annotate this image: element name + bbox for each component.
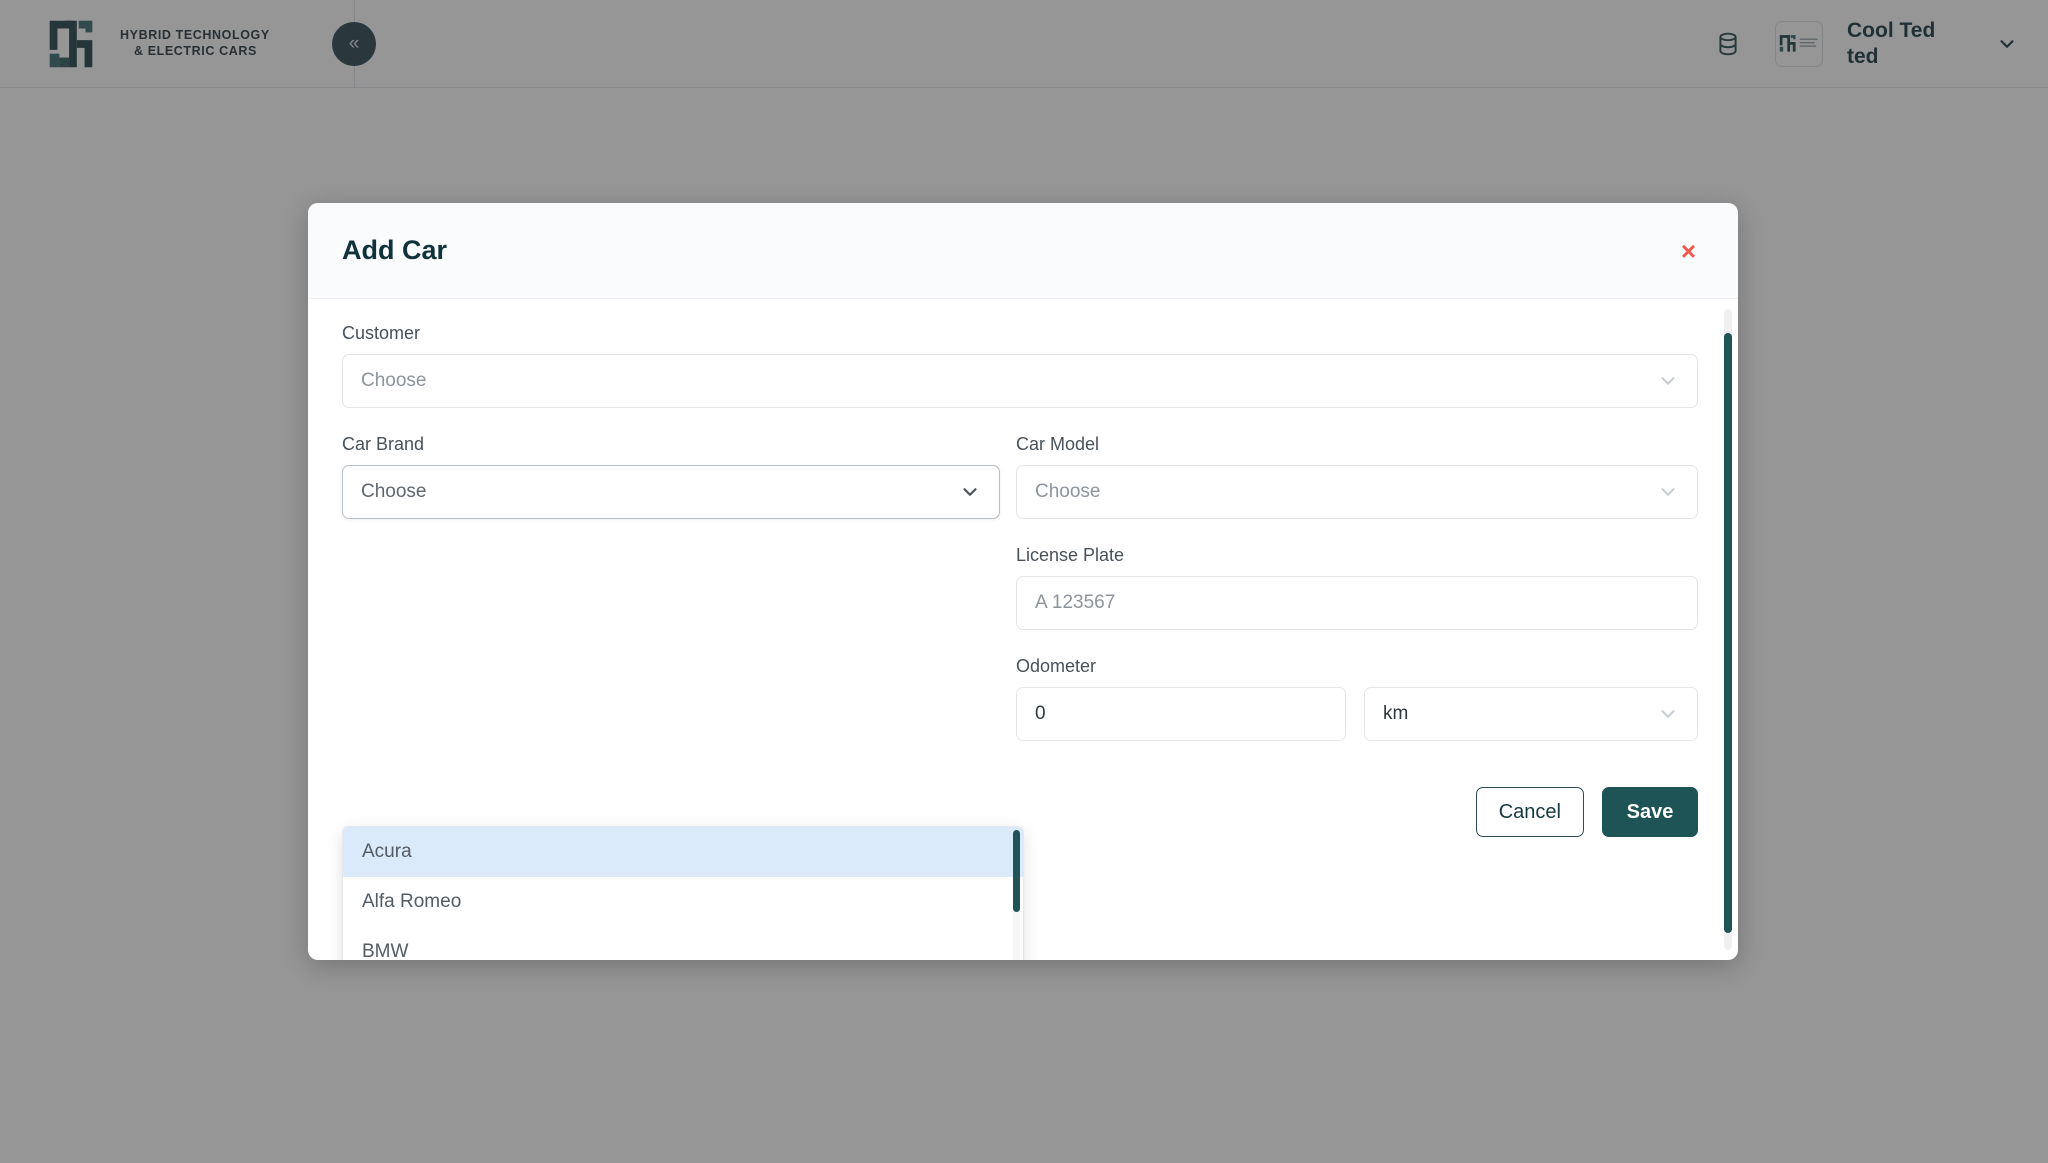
modal-scrollbar-track[interactable] — [1724, 309, 1732, 950]
odometer-row: 0 km — [1016, 687, 1698, 741]
odometer-unit-value: km — [1383, 703, 1409, 724]
odometer-field-group: Odometer 0 km — [1016, 656, 1698, 741]
modal-body: Customer Choose Car Brand Choose Car Mod… — [308, 299, 1738, 960]
customer-select[interactable]: Choose — [342, 354, 1698, 408]
close-icon[interactable]: × — [1681, 238, 1696, 264]
right-column: Car Model Choose License Plate A 123567 — [1016, 434, 1698, 837]
car-brand-label: Car Brand — [342, 434, 425, 454]
odometer-label: Odometer — [1016, 656, 1097, 676]
dropdown-scrollbar-track[interactable] — [1013, 830, 1020, 960]
car-brand-option-label: Acura — [362, 841, 412, 862]
license-plate-label: License Plate — [1016, 545, 1125, 565]
dropdown-scrollbar-thumb[interactable] — [1013, 830, 1020, 912]
left-column: Car Brand Choose — [342, 434, 1000, 837]
car-model-field-group: Car Model Choose — [1016, 434, 1698, 519]
chevron-down-icon — [1657, 703, 1679, 725]
customer-field-group: Customer Choose — [342, 323, 1698, 408]
license-plate-field-group: License Plate A 123567 — [1016, 545, 1698, 630]
add-car-modal: Add Car × Customer Choose Car Brand Choo… — [308, 203, 1738, 960]
car-brand-option[interactable]: BMW — [343, 927, 1023, 960]
chevron-down-icon — [1657, 370, 1679, 392]
car-model-label: Car Model — [1016, 434, 1100, 454]
car-brand-select[interactable]: Choose — [342, 465, 1000, 519]
customer-label: Customer — [342, 323, 421, 343]
car-brand-dropdown-list[interactable]: AcuraAlfa RomeoBMWAudiChevroletJaguarKia… — [342, 826, 1024, 960]
odometer-unit-select[interactable]: km — [1364, 687, 1698, 741]
odometer-value-input[interactable]: 0 — [1016, 687, 1346, 741]
car-model-select[interactable]: Choose — [1016, 465, 1698, 519]
license-plate-input[interactable]: A 123567 — [1016, 576, 1698, 630]
car-model-select-value: Choose — [1035, 481, 1101, 502]
car-brand-option[interactable]: Acura — [343, 827, 1023, 877]
modal-title: Add Car — [342, 235, 448, 265]
car-brand-field-group: Car Brand Choose — [342, 434, 1000, 519]
modal-scrollbar-thumb[interactable] — [1724, 333, 1732, 933]
customer-select-value: Choose — [361, 370, 427, 391]
car-brand-option[interactable]: Alfa Romeo — [343, 877, 1023, 927]
chevron-down-icon — [959, 481, 981, 503]
cancel-button[interactable]: Cancel — [1475, 787, 1584, 837]
modal-header: Add Car × — [308, 203, 1738, 299]
car-brand-select-value: Choose — [361, 481, 427, 502]
odometer-value: 0 — [1035, 703, 1046, 724]
brand-model-row: Car Brand Choose Car Model Choose Licens… — [342, 434, 1698, 837]
chevron-down-icon — [1657, 481, 1679, 503]
car-brand-option-label: Alfa Romeo — [362, 891, 462, 912]
save-button[interactable]: Save — [1602, 787, 1698, 837]
license-plate-placeholder: A 123567 — [1035, 592, 1116, 613]
car-brand-option-container: AcuraAlfa RomeoBMWAudiChevroletJaguarKia… — [343, 827, 1023, 960]
modal-actions: Cancel Save — [1016, 787, 1698, 837]
car-brand-option-label: BMW — [362, 941, 409, 960]
